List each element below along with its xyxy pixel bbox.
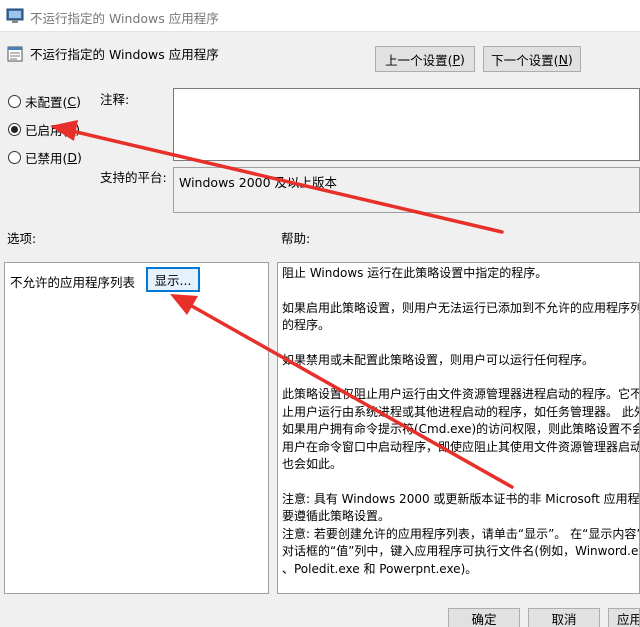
help-note: 注意: 具有 Windows 2000 或更新版本证书的非 Microsoft …	[282, 491, 640, 524]
help-paragraph: 如果启用此策略设置，则用户无法运行已添加到不允许的应用程序列表中 的程序。	[282, 300, 640, 333]
help-paragraph: 阻止 Windows 运行在此策略设置中指定的程序。	[282, 266, 548, 280]
radio-enabled[interactable]: 已启用(E)	[8, 120, 80, 139]
apply-button[interactable]: 应用	[608, 608, 640, 627]
previous-setting-button[interactable]: 上一个设置(P)	[375, 46, 475, 72]
help-paragraph: 此策略设置仅阻止用户运行由文件资源管理器进程启动的程序。它不会阻 止用户运行由系…	[282, 387, 640, 471]
comment-textarea[interactable]	[173, 88, 640, 161]
radio-circle[interactable]	[8, 123, 21, 136]
radio-circle[interactable]	[8, 95, 21, 108]
cancel-button[interactable]: 取消	[528, 608, 600, 627]
comment-label: 注释:	[100, 92, 130, 107]
show-list-button[interactable]: 显示...	[146, 267, 200, 292]
group-policy-icon	[6, 8, 24, 23]
radio-disabled[interactable]: 已禁用(D)	[8, 148, 82, 167]
platform-value: Windows 2000 及以上版本	[173, 167, 640, 213]
help-paragraph: 如果禁用或未配置此策略设置，则用户可以运行任何程序。	[282, 352, 595, 367]
ok-button[interactable]: 确定	[448, 608, 520, 627]
title-bar: 不运行指定的 Windows 应用程序	[0, 0, 640, 32]
options-panel: 不允许的应用程序列表 显示...	[4, 262, 269, 594]
options-section-label: 选项:	[7, 231, 37, 246]
window-title: 不运行指定的 Windows 应用程序	[30, 11, 219, 26]
policy-setting-icon	[7, 46, 23, 62]
help-note: 注意: 若要创建允许的应用程序列表，请单击“显示”。 在“显示内容” 对话框的“…	[282, 526, 640, 576]
disallowed-apps-label: 不允许的应用程序列表	[10, 275, 136, 290]
radio-not-configured[interactable]: 未配置(C)	[8, 92, 81, 111]
next-setting-button[interactable]: 下一个设置(N)	[483, 46, 581, 72]
policy-title: 不运行指定的 Windows 应用程序	[30, 47, 219, 62]
radio-circle[interactable]	[8, 151, 21, 164]
help-section-label: 帮助:	[281, 231, 311, 246]
help-panel[interactable]: 阻止 Windows 运行在此策略设置中指定的程序。 如果启用此策略设置，则用户…	[277, 262, 640, 594]
platform-label: 支持的平台:	[100, 170, 167, 185]
help-text: 阻止 Windows 运行在此策略设置中指定的程序。 如果启用此策略设置，则用户…	[282, 265, 640, 578]
